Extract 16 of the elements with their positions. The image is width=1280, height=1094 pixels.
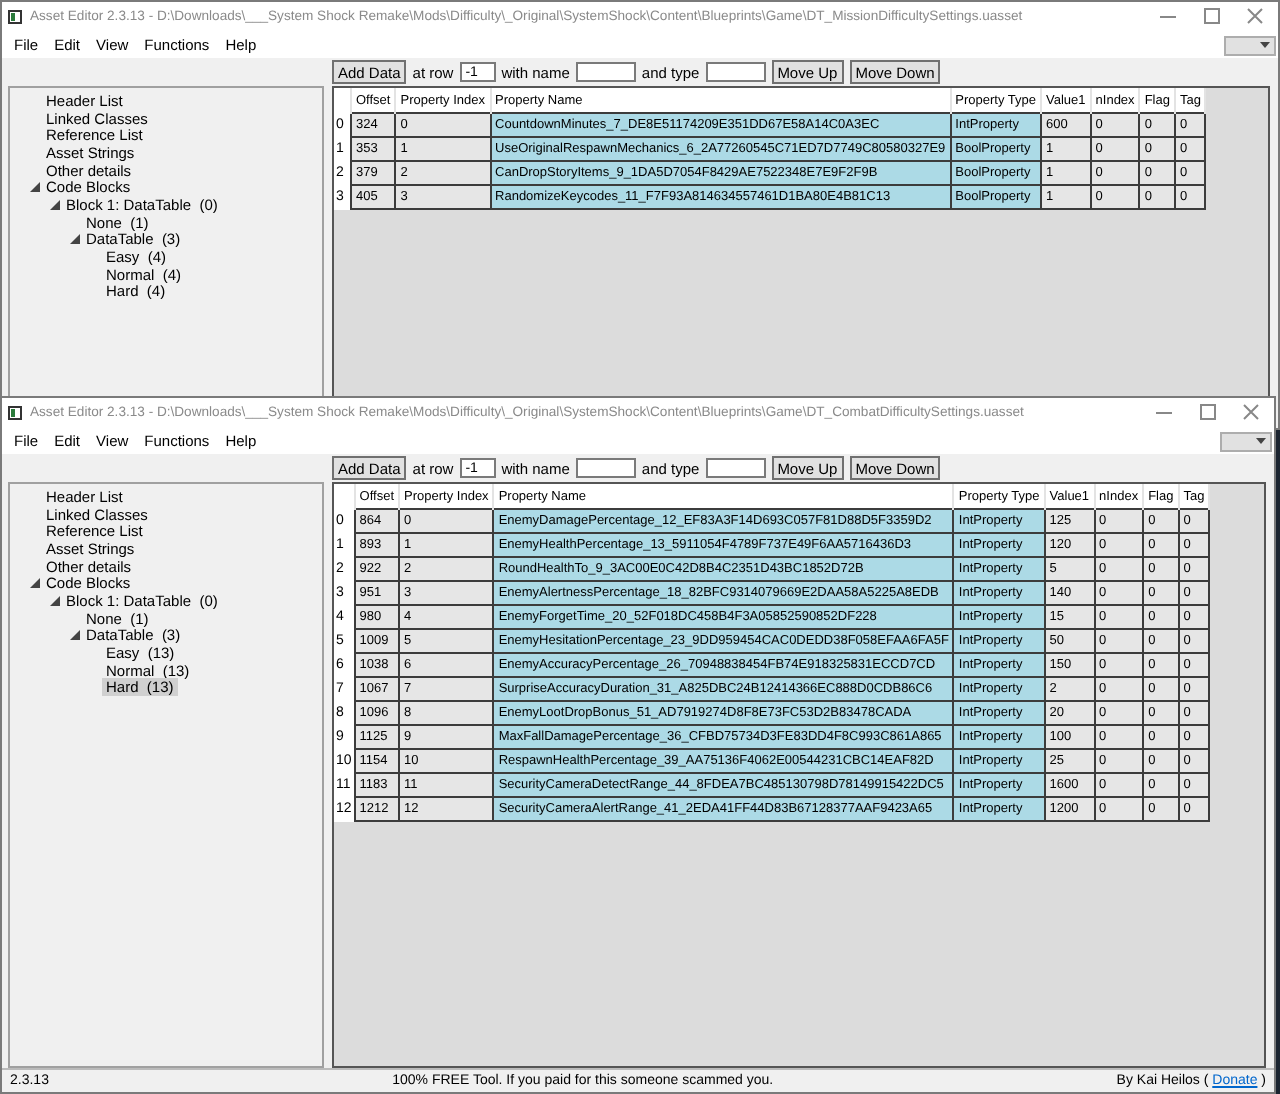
name-field[interactable] (575, 62, 636, 82)
app-icon (8, 406, 22, 420)
caret-icon (1256, 438, 1266, 444)
expand-arrow-icon[interactable] (69, 234, 79, 245)
expand-arrow-icon[interactable] (29, 182, 39, 193)
expand-arrow-icon[interactable] (29, 578, 39, 589)
expand-arrow-icon[interactable] (69, 630, 79, 641)
dropdown[interactable] (1220, 431, 1272, 451)
type-field[interactable] (705, 458, 766, 478)
dropdown[interactable] (1224, 35, 1276, 55)
name-field[interactable] (575, 458, 636, 478)
expand-arrow-icon[interactable] (49, 199, 59, 210)
caret-icon (1260, 42, 1270, 48)
app-icon (8, 10, 22, 24)
expand-arrow-icon[interactable] (49, 595, 59, 606)
type-field[interactable] (705, 62, 766, 82)
